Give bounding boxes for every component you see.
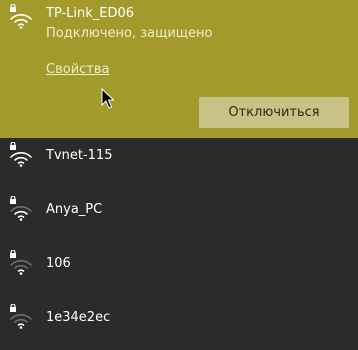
- network-item-106[interactable]: 106: [0, 246, 358, 300]
- wifi-secured-icon: [10, 304, 32, 329]
- network-item-anya-pc[interactable]: Anya_PC: [0, 192, 358, 246]
- network-item-tvnet-115[interactable]: Tvnet-115: [0, 138, 358, 192]
- wifi-secured-icon: [10, 4, 32, 29]
- connected-ssid: TP-Link_ED06: [46, 6, 135, 21]
- wifi-secured-icon: [10, 142, 32, 167]
- wifi-secured-icon: [10, 250, 32, 275]
- properties-link[interactable]: Свойства: [46, 62, 110, 77]
- wifi-flyout-panel: TP-Link_ED06 Подключено, защищено Свойст…: [0, 0, 358, 350]
- connection-status: Подключено, защищено: [46, 26, 213, 41]
- disconnect-button[interactable]: Отключиться: [199, 97, 349, 128]
- network-ssid: Tvnet-115: [46, 148, 113, 163]
- connected-network-item[interactable]: TP-Link_ED06 Подключено, защищено Свойст…: [0, 0, 358, 138]
- network-ssid: 106: [46, 256, 71, 271]
- mouse-cursor-icon: [101, 88, 114, 109]
- wifi-secured-icon: [10, 196, 32, 221]
- network-ssid: 1e34e2ec: [46, 310, 111, 325]
- network-ssid: Anya_PC: [46, 202, 103, 217]
- network-item-1e34e2ec[interactable]: 1e34e2ec: [0, 300, 358, 350]
